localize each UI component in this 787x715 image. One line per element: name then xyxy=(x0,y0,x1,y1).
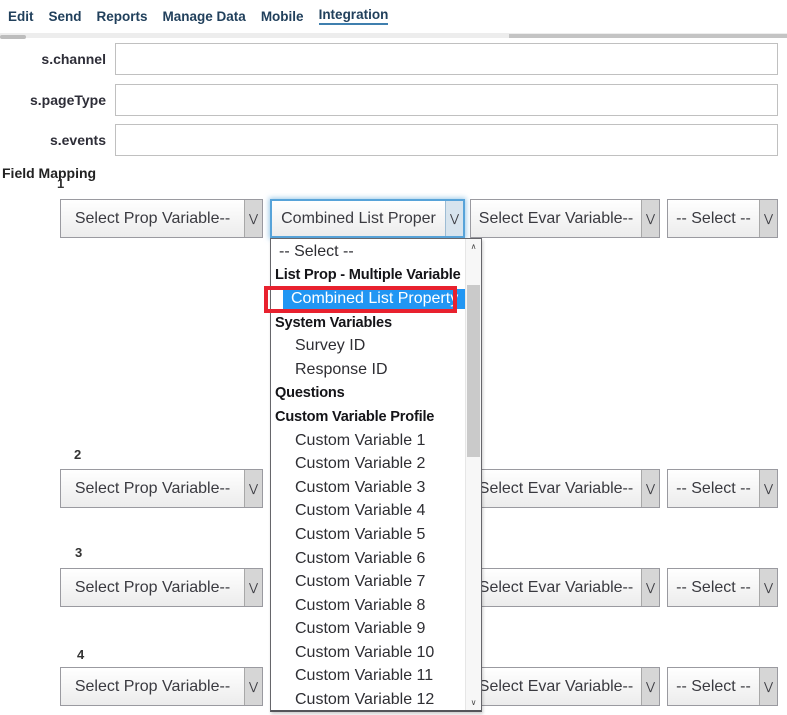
row-3-evar-select-value: Select Evar Variable-- xyxy=(471,579,641,597)
dropdown-option-custom-variable-1[interactable]: Custom Variable 1 xyxy=(271,429,467,453)
dropdown-group-custom-variable-profile: Custom Variable Profile xyxy=(271,405,467,429)
row-1-number: 1 xyxy=(57,176,64,191)
row-2-evar-select[interactable]: Select Evar Variable-- ⋁ xyxy=(470,469,660,508)
nav-tab-send[interactable]: Send xyxy=(49,9,82,24)
row-4-evar-select-value: Select Evar Variable-- xyxy=(471,678,641,696)
chevron-down-icon: ⋁ xyxy=(641,200,659,237)
chevron-down-icon: ⋁ xyxy=(759,569,777,606)
s-channel-label: s.channel xyxy=(0,51,106,67)
chevron-down-icon: ⋁ xyxy=(641,569,659,606)
dropdown-option-custom-variable-8[interactable]: Custom Variable 8 xyxy=(271,594,467,618)
dropdown-group-questions: Questions xyxy=(271,382,467,406)
dropdown-option-response-id[interactable]: Response ID xyxy=(271,358,467,382)
row-3-event-select[interactable]: -- Select -- ⋁ xyxy=(667,568,778,607)
chevron-down-icon: ⋁ xyxy=(759,470,777,507)
row-1-event-select[interactable]: -- Select -- ⋁ xyxy=(667,199,778,238)
dropdown-group-system-variables: System Variables xyxy=(271,311,467,335)
chevron-down-icon: ⋁ xyxy=(244,569,262,606)
row-4-event-select[interactable]: -- Select -- ⋁ xyxy=(667,667,778,706)
dropdown-option-custom-variable-11[interactable]: Custom Variable 11 xyxy=(271,665,467,689)
dropdown-option-custom-variable-6[interactable]: Custom Variable 6 xyxy=(271,547,467,571)
integration-page: Edit Send Reports Manage Data Mobile Int… xyxy=(0,0,787,715)
dropdown-option-custom-variable-7[interactable]: Custom Variable 7 xyxy=(271,570,467,594)
row-2-prop-select[interactable]: Select Prop Variable-- ⋁ xyxy=(60,469,263,508)
row-4-event-select-value: -- Select -- xyxy=(668,678,759,696)
row-1-evar-select-value: Select Evar Variable-- xyxy=(471,210,641,228)
row-2-event-select[interactable]: -- Select -- ⋁ xyxy=(667,469,778,508)
dropdown-option-custom-variable-12[interactable]: Custom Variable 12 xyxy=(271,688,467,712)
row-3-number: 3 xyxy=(75,545,82,560)
s-channel-input[interactable] xyxy=(115,43,778,75)
scroll-down-icon[interactable]: ∨ xyxy=(466,698,481,707)
nav-tab-mobile[interactable]: Mobile xyxy=(261,9,304,24)
row-1-event-select-value: -- Select -- xyxy=(668,210,759,228)
row-1-list-prop-select-value: Combined List Proper xyxy=(272,210,445,228)
dropdown-option-survey-id[interactable]: Survey ID xyxy=(271,334,467,358)
selected-option-highlight: Combined List Property xyxy=(283,289,466,309)
dropdown-options: -- Select -- List Prop - Multiple Variab… xyxy=(271,240,467,712)
dropdown-option-custom-variable-3[interactable]: Custom Variable 3 xyxy=(271,476,467,500)
row-1-prop-select-value: Select Prop Variable-- xyxy=(61,210,244,228)
dropdown-scrollbar[interactable]: ∧ ∨ xyxy=(465,239,481,710)
top-nav: Edit Send Reports Manage Data Mobile Int… xyxy=(0,0,388,32)
nav-tab-manage-data[interactable]: Manage Data xyxy=(163,9,246,24)
chevron-down-icon: ⋁ xyxy=(244,668,262,705)
dropdown-option-custom-variable-2[interactable]: Custom Variable 2 xyxy=(271,452,467,476)
dropdown-option-custom-variable-4[interactable]: Custom Variable 4 xyxy=(271,500,467,524)
list-prop-dropdown-panel: -- Select -- List Prop - Multiple Variab… xyxy=(270,238,482,712)
row-3-prop-select[interactable]: Select Prop Variable-- ⋁ xyxy=(60,568,263,607)
chevron-down-icon: ⋁ xyxy=(244,470,262,507)
dropdown-group-list-prop: List Prop - Multiple Variable xyxy=(271,264,467,288)
horizontal-scrollbar-nub[interactable] xyxy=(0,35,26,39)
row-4-prop-select[interactable]: Select Prop Variable-- ⋁ xyxy=(60,667,263,706)
s-pagetype-input[interactable] xyxy=(115,84,778,116)
s-events-label: s.events xyxy=(0,132,106,148)
row-1-evar-select[interactable]: Select Evar Variable-- ⋁ xyxy=(470,199,660,238)
horizontal-scrollbar-thumb[interactable] xyxy=(509,34,787,38)
row-2-prop-select-value: Select Prop Variable-- xyxy=(61,480,244,498)
nav-tab-reports[interactable]: Reports xyxy=(97,9,148,24)
s-events-input[interactable] xyxy=(115,124,778,156)
row-4-evar-select[interactable]: Select Evar Variable-- ⋁ xyxy=(470,667,660,706)
row-1-prop-select[interactable]: Select Prop Variable-- ⋁ xyxy=(60,199,263,238)
chevron-down-icon: ⋁ xyxy=(759,668,777,705)
dropdown-option-combined-list-property[interactable]: Combined List Property xyxy=(271,287,467,311)
row-2-evar-select-value: Select Evar Variable-- xyxy=(471,480,641,498)
row-2-event-select-value: -- Select -- xyxy=(668,480,759,498)
row-4-prop-select-value: Select Prop Variable-- xyxy=(61,678,244,696)
dropdown-option-custom-variable-9[interactable]: Custom Variable 9 xyxy=(271,618,467,642)
chevron-down-icon: ⋁ xyxy=(641,668,659,705)
dropdown-option-select-placeholder[interactable]: -- Select -- xyxy=(271,240,467,264)
chevron-down-icon: ⋁ xyxy=(244,200,262,237)
chevron-down-icon: ⋁ xyxy=(641,470,659,507)
chevron-down-icon: ⋁ xyxy=(759,200,777,237)
dropdown-scrollbar-thumb[interactable] xyxy=(467,285,480,457)
row-4-number: 4 xyxy=(77,647,84,662)
scroll-up-icon[interactable]: ∧ xyxy=(466,242,481,251)
row-3-evar-select[interactable]: Select Evar Variable-- ⋁ xyxy=(470,568,660,607)
row-1-list-prop-select[interactable]: Combined List Proper ⋁ xyxy=(270,199,465,238)
row-3-event-select-value: -- Select -- xyxy=(668,579,759,597)
dropdown-option-custom-variable-5[interactable]: Custom Variable 5 xyxy=(271,523,467,547)
chevron-down-icon: ⋁ xyxy=(445,201,463,236)
s-pagetype-label: s.pageType xyxy=(0,92,106,108)
field-mapping-title: Field Mapping xyxy=(2,165,96,181)
nav-tab-edit[interactable]: Edit xyxy=(8,9,34,24)
row-2-number: 2 xyxy=(74,447,81,462)
nav-tab-integration[interactable]: Integration xyxy=(319,7,389,25)
row-3-prop-select-value: Select Prop Variable-- xyxy=(61,579,244,597)
dropdown-option-custom-variable-10[interactable]: Custom Variable 10 xyxy=(271,641,467,665)
